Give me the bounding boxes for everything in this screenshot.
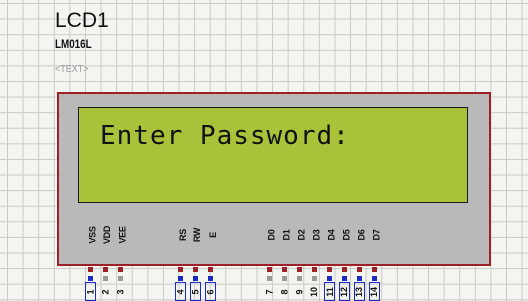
- pin-label-d5: D5: [341, 229, 352, 241]
- pin-state-indicator: [208, 276, 213, 281]
- pin-label-e: E: [207, 232, 218, 238]
- pin-state-indicator: [372, 276, 377, 281]
- component-name-label[interactable]: LCD1: [55, 9, 109, 33]
- pin-label-rw: RW: [192, 227, 203, 243]
- pin-state-indicator: [267, 276, 272, 281]
- pin-label-d3: D3: [311, 229, 322, 241]
- pin-label-d1: D1: [281, 229, 292, 241]
- pin-label-vss: VSS: [87, 226, 98, 244]
- pin-8[interactable]: 8: [279, 267, 290, 301]
- pin-state-indicator: [118, 276, 123, 281]
- pin-label-d2: D2: [296, 229, 307, 241]
- pin-label-d0: D0: [266, 229, 277, 241]
- pin-label-d4: D4: [326, 229, 337, 241]
- pin-state-indicator: [342, 276, 347, 281]
- pin-9[interactable]: 9: [294, 267, 305, 301]
- pin-state-indicator: [103, 276, 108, 281]
- lcd-component-body[interactable]: Enter Password: VSS VDD VEE RS RW E D0 D…: [57, 92, 491, 266]
- component-text-placeholder[interactable]: <TEXT>: [55, 64, 89, 75]
- pin-5[interactable]: 5: [190, 267, 201, 301]
- pin-14[interactable]: 14: [369, 267, 380, 301]
- component-model-label[interactable]: LM016L: [55, 37, 92, 51]
- pin-state-indicator: [357, 276, 362, 281]
- pin-label-vee: VEE: [117, 226, 128, 244]
- pin-4[interactable]: 4: [175, 267, 186, 301]
- pin-6[interactable]: 6: [205, 267, 216, 301]
- pin-11[interactable]: 11: [324, 267, 335, 301]
- pin-2[interactable]: 2: [100, 267, 111, 301]
- lcd-line-1: Enter Password:: [100, 121, 350, 151]
- pin-12[interactable]: 12: [339, 267, 350, 301]
- pin-7[interactable]: 7: [264, 267, 275, 301]
- pin-state-indicator: [178, 276, 183, 281]
- pin-state-indicator: [88, 276, 93, 281]
- pin-state-indicator: [297, 276, 302, 281]
- pin-state-indicator: [312, 276, 317, 281]
- pin-3[interactable]: 3: [115, 267, 126, 301]
- pin-state-indicator: [193, 276, 198, 281]
- pin-label-vdd: VDD: [102, 225, 113, 245]
- pin-1[interactable]: 1: [85, 267, 96, 301]
- pin-label-d7: D7: [371, 229, 382, 241]
- pin-13[interactable]: 13: [354, 267, 365, 301]
- lcd-screen: Enter Password:: [78, 107, 468, 203]
- pin-label-d6: D6: [356, 229, 367, 241]
- pin-state-indicator: [282, 276, 287, 281]
- pin-label-rs: RS: [177, 229, 188, 241]
- pin-state-indicator: [327, 276, 332, 281]
- pin-10[interactable]: 10: [309, 267, 320, 301]
